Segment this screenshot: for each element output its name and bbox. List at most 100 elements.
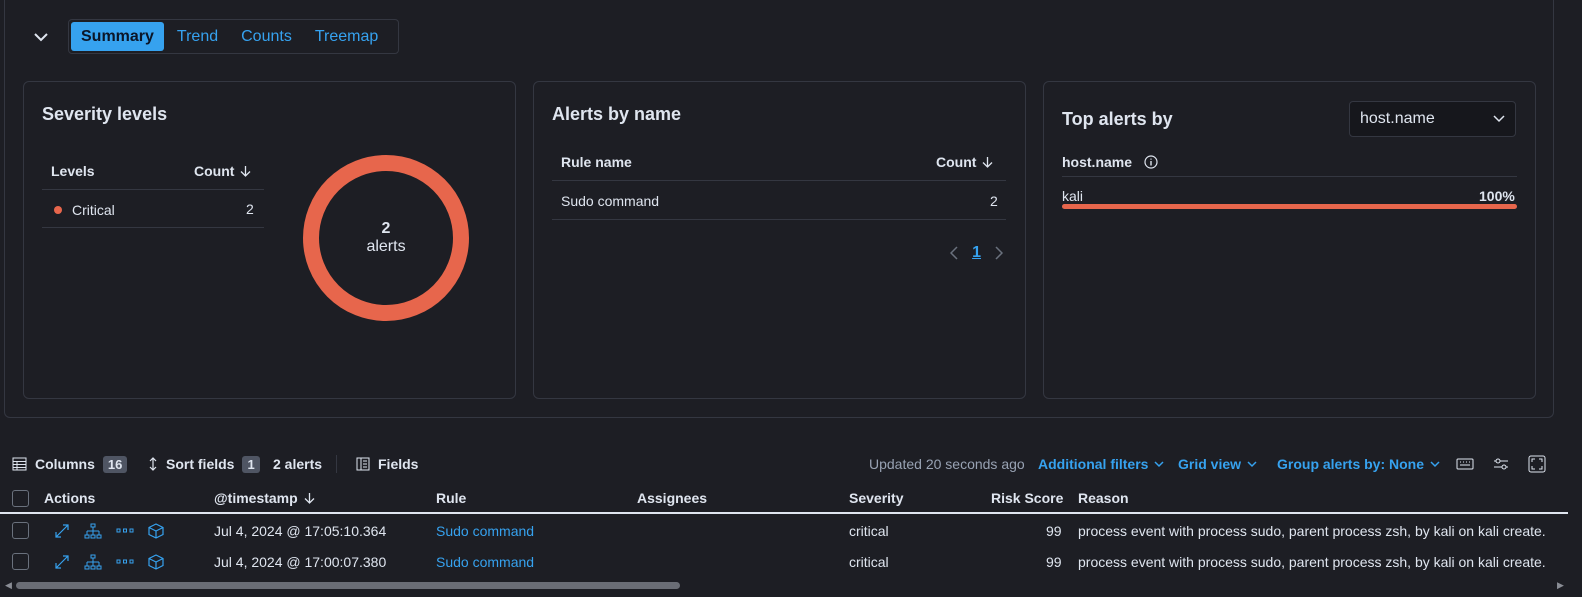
fullscreen-icon bbox=[1528, 455, 1546, 473]
scroll-right-icon[interactable]: ▶ bbox=[1557, 580, 1564, 591]
table-icon bbox=[12, 457, 27, 471]
cell-severity: critical bbox=[849, 554, 889, 570]
cell-rule-link[interactable]: Sudo command bbox=[436, 523, 534, 539]
count-header-label: Count bbox=[194, 163, 235, 179]
rule-name-header-label: Rule name bbox=[561, 154, 632, 170]
donut-label: alerts bbox=[366, 238, 406, 255]
settings-sliders-icon bbox=[1494, 458, 1508, 470]
header-risk-score[interactable]: Risk Score bbox=[991, 490, 1063, 506]
count-header[interactable]: Count bbox=[194, 163, 251, 179]
more-dots-icon[interactable] bbox=[115, 521, 135, 541]
tab-summary[interactable]: Summary bbox=[71, 22, 164, 51]
field-header: host.name bbox=[1062, 154, 1158, 170]
cell-risk-score: 99 bbox=[1046, 523, 1062, 539]
top-alerts-card: Top alerts by host.name host.name kali 1… bbox=[1043, 81, 1536, 399]
severity-dot bbox=[54, 206, 62, 215]
fullscreen-button[interactable] bbox=[1528, 450, 1546, 478]
rule-name-cell[interactable]: Sudo command bbox=[561, 193, 659, 209]
header-timestamp-label: @timestamp bbox=[214, 490, 298, 506]
info-icon[interactable] bbox=[1144, 155, 1158, 169]
count-header-label: Count bbox=[936, 154, 977, 170]
more-dots-icon[interactable] bbox=[115, 552, 135, 572]
chevron-right-icon[interactable] bbox=[995, 246, 1003, 260]
header-severity[interactable]: Severity bbox=[849, 490, 903, 506]
row-checkbox[interactable] bbox=[12, 522, 29, 539]
sort-fields-button[interactable]: Sort fields 1 bbox=[148, 450, 260, 478]
chevron-down-icon bbox=[1493, 115, 1505, 123]
cell-timestamp: Jul 4, 2024 @ 17:00:07.380 bbox=[214, 554, 387, 570]
chevron-left-icon[interactable] bbox=[950, 246, 958, 260]
analyze-tree-icon[interactable] bbox=[83, 552, 103, 572]
chevron-down-icon bbox=[1154, 460, 1164, 467]
levels-header[interactable]: Levels bbox=[51, 163, 95, 179]
grid-view-label: Grid view bbox=[1178, 456, 1242, 472]
collapse-button[interactable] bbox=[30, 26, 52, 48]
select-value: host.name bbox=[1360, 110, 1435, 127]
fields-button[interactable]: Fields bbox=[356, 450, 418, 478]
header-actions[interactable]: Actions bbox=[44, 490, 95, 506]
divider bbox=[1062, 176, 1517, 177]
arrow-down-icon bbox=[982, 157, 993, 168]
field-header-label: host.name bbox=[1062, 154, 1133, 170]
cube-icon[interactable] bbox=[146, 552, 166, 572]
card-title: Top alerts by bbox=[1062, 109, 1173, 129]
card-title: Severity levels bbox=[42, 104, 168, 124]
expand-icon[interactable] bbox=[52, 521, 72, 541]
top-alert-bar bbox=[1062, 204, 1517, 209]
vertical-scrollbar[interactable] bbox=[1568, 0, 1582, 597]
severity-row-critical[interactable]: Critical bbox=[54, 202, 115, 218]
cube-icon[interactable] bbox=[146, 521, 166, 541]
alerts-by-name-card: Alerts by name Rule name Count Sudo comm… bbox=[533, 81, 1026, 399]
cell-severity: critical bbox=[849, 523, 889, 539]
analyze-tree-icon[interactable] bbox=[83, 521, 103, 541]
table-row[interactable]: Jul 4, 2024 @ 17:00:07.380 Sudo command … bbox=[0, 547, 1568, 577]
pagination: 1 bbox=[950, 244, 1003, 262]
row-checkbox[interactable] bbox=[12, 553, 29, 570]
tab-trend[interactable]: Trend bbox=[167, 22, 228, 51]
levels-header-label: Levels bbox=[51, 163, 95, 179]
divider bbox=[552, 219, 1006, 220]
expand-icon[interactable] bbox=[52, 552, 72, 572]
sort-label: Sort fields bbox=[166, 456, 235, 472]
keyboard-icon bbox=[1456, 458, 1474, 470]
severity-count: 2 bbox=[246, 201, 254, 217]
additional-filters-button[interactable]: Additional filters bbox=[1038, 450, 1164, 478]
select-all-checkbox[interactable] bbox=[12, 490, 29, 507]
header-assignees[interactable]: Assignees bbox=[637, 490, 707, 506]
sort-icon bbox=[149, 457, 157, 471]
arrow-down-icon bbox=[304, 493, 315, 504]
table-row[interactable]: Jul 4, 2024 @ 17:05:10.364 Sudo command … bbox=[0, 516, 1568, 546]
additional-filters-label: Additional filters bbox=[1038, 456, 1149, 472]
severity-level-label: Critical bbox=[72, 202, 115, 218]
view-tabs: Summary Trend Counts Treemap bbox=[68, 19, 399, 54]
scroll-left-icon[interactable]: ◀ bbox=[5, 580, 12, 591]
count-header[interactable]: Count bbox=[936, 154, 993, 170]
donut-count: 2 bbox=[381, 220, 391, 237]
cell-rule-link[interactable]: Sudo command bbox=[436, 554, 534, 570]
header-reason[interactable]: Reason bbox=[1078, 490, 1129, 506]
alerts-count: 2 alerts bbox=[273, 456, 323, 472]
chevron-down-icon bbox=[1247, 460, 1257, 467]
scrollbar-thumb[interactable] bbox=[16, 582, 680, 589]
cell-reason: process event with process sudo, parent … bbox=[1078, 523, 1546, 539]
group-alerts-button[interactable]: Group alerts by: None bbox=[1277, 450, 1440, 478]
grid-header-row: Actions @timestamp Rule Assignees Severi… bbox=[0, 486, 1568, 514]
horizontal-scrollbar[interactable]: ◀ ▶ bbox=[0, 580, 1568, 590]
group-field-select[interactable]: host.name bbox=[1349, 101, 1516, 137]
tab-treemap[interactable]: Treemap bbox=[305, 22, 388, 51]
header-rule[interactable]: Rule bbox=[436, 490, 466, 506]
rule-name-header[interactable]: Rule name bbox=[561, 154, 632, 170]
tab-counts[interactable]: Counts bbox=[231, 22, 302, 51]
page-number[interactable]: 1 bbox=[972, 244, 981, 262]
columns-button[interactable]: Columns 16 bbox=[12, 450, 128, 478]
top-alert-name[interactable]: kali bbox=[1062, 188, 1083, 204]
display-settings-button[interactable] bbox=[1493, 450, 1509, 478]
cell-timestamp: Jul 4, 2024 @ 17:05:10.364 bbox=[214, 523, 387, 539]
grid-view-button[interactable]: Grid view bbox=[1178, 450, 1257, 478]
divider bbox=[552, 180, 1006, 181]
chevron-down-icon bbox=[34, 32, 48, 41]
header-timestamp[interactable]: @timestamp bbox=[214, 490, 315, 506]
severity-levels-card: Severity levels Levels Count Critical 2 … bbox=[23, 81, 516, 399]
keyboard-shortcuts-button[interactable] bbox=[1456, 450, 1474, 478]
donut-center-label: 2 alerts bbox=[302, 154, 470, 322]
